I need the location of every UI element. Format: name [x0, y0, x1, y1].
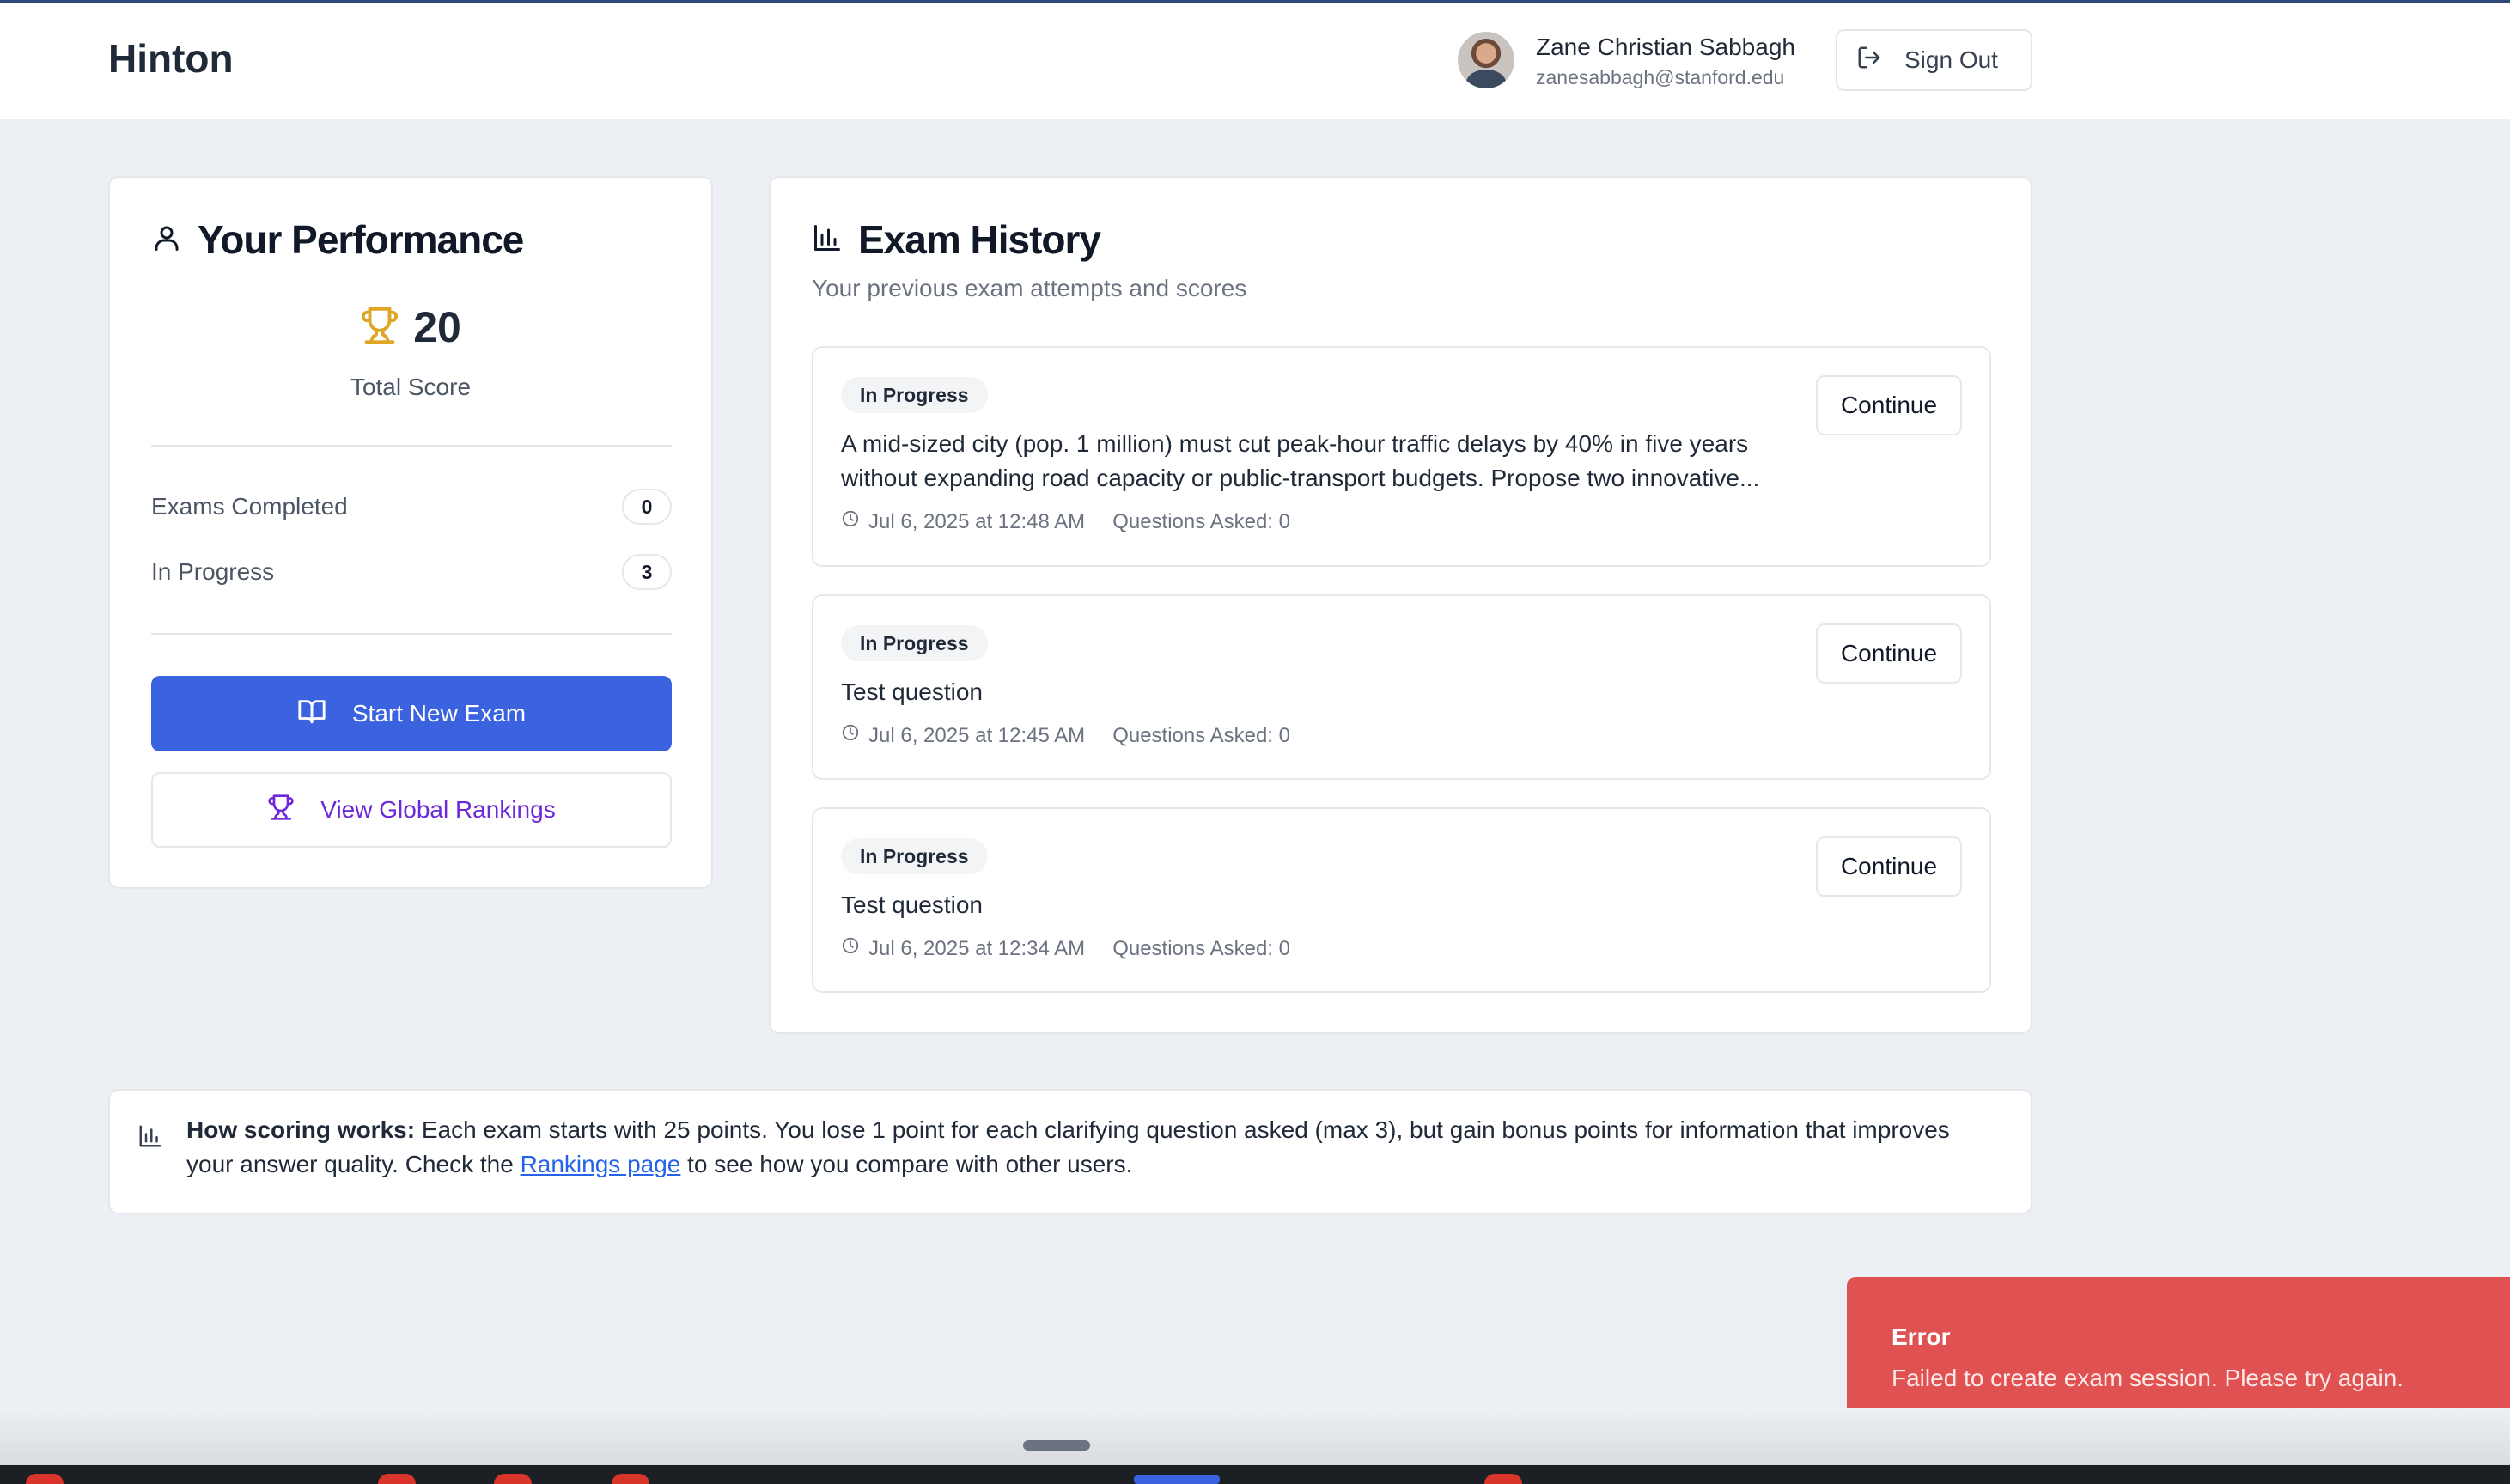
status-badge: In Progress [841, 838, 988, 874]
taskbar-app-icon[interactable] [26, 1474, 64, 1484]
divider [151, 445, 672, 447]
taskbar-app-icon[interactable] [378, 1474, 416, 1484]
sign-out-button[interactable]: Sign Out [1836, 29, 2032, 91]
taskbar-app-icon[interactable] [494, 1474, 532, 1484]
continue-button[interactable]: Continue [1816, 623, 1962, 684]
questions-asked: Questions Asked: 0 [1112, 509, 1290, 533]
book-icon [297, 696, 326, 732]
in-progress-badge: 3 [622, 554, 672, 590]
exam-date: Jul 6, 2025 at 12:45 AM [841, 723, 1085, 748]
brand-logo[interactable]: Hinton [108, 35, 234, 82]
exam-date-text: Jul 6, 2025 at 12:34 AM [868, 936, 1086, 960]
sign-out-icon [1856, 45, 1882, 76]
scroll-handle[interactable] [1023, 1440, 1090, 1451]
bar-chart-icon [812, 216, 843, 263]
user-icon [151, 216, 182, 263]
app-header: Hinton Zane Christian Sabbagh zanesabbag… [0, 3, 2510, 119]
exam-meta: Jul 6, 2025 at 12:34 AM Questions Asked:… [841, 936, 1290, 961]
exam-item[interactable]: In Progress A mid-sized city (pop. 1 mil… [812, 346, 1991, 567]
scoring-info-box: How scoring works: Each exam starts with… [108, 1089, 2032, 1214]
start-new-exam-label: Start New Exam [351, 700, 527, 727]
bar-chart-icon [137, 1123, 163, 1153]
exams-completed-badge: 0 [622, 489, 672, 525]
exam-date: Jul 6, 2025 at 12:34 AM [841, 936, 1085, 961]
view-global-rankings-button[interactable]: View Global Rankings [151, 772, 672, 848]
view-global-rankings-label: View Global Rankings [320, 796, 556, 823]
scoring-info-tail: to see how you compare with other users. [680, 1151, 1133, 1177]
taskbar-app-icon[interactable] [1484, 1474, 1522, 1484]
user-email: zanesabbagh@stanford.edu [1536, 66, 1785, 88]
clock-icon [841, 723, 860, 748]
start-new-exam-button[interactable]: Start New Exam [151, 676, 672, 751]
total-score-value: 20 [413, 303, 461, 351]
performance-card: Your Performance 20 Total Score Exams Co… [108, 176, 713, 889]
exams-completed-row: Exams Completed 0 [151, 489, 672, 525]
exams-completed-label: Exams Completed [151, 493, 348, 520]
total-score: 20 [110, 302, 711, 352]
exam-item[interactable]: In Progress Test question Jul 6, 2025 at… [812, 594, 1991, 780]
questions-asked: Questions Asked: 0 [1112, 936, 1290, 960]
exam-history-card: Exam History Your previous exam attempts… [769, 176, 2032, 1034]
exam-question: Test question [841, 891, 983, 918]
continue-button[interactable]: Continue [1816, 836, 1962, 897]
exam-question: A mid-sized city (pop. 1 million) must c… [841, 430, 1760, 491]
exam-history-title-text: Exam History [858, 217, 1101, 262]
taskbar-app-icon[interactable] [612, 1474, 649, 1484]
bottom-fade [0, 1408, 2510, 1465]
trophy-icon [360, 306, 399, 350]
exam-date-text: Jul 6, 2025 at 12:48 AM [868, 509, 1086, 533]
performance-title-text: Your Performance [198, 217, 524, 262]
exam-question: Test question [841, 678, 983, 705]
status-badge: In Progress [841, 377, 988, 413]
scoring-info-text: How scoring works: Each exam starts with… [186, 1113, 1999, 1182]
user-name: Zane Christian Sabbagh [1536, 33, 1795, 60]
continue-button[interactable]: Continue [1816, 375, 1962, 435]
exam-date: Jul 6, 2025 at 12:48 AM [841, 509, 1085, 534]
error-toast-message: Failed to create exam session. Please tr… [1892, 1365, 2404, 1391]
taskbar [0, 1465, 2510, 1484]
in-progress-row: In Progress 3 [151, 554, 672, 590]
sign-out-label: Sign Out [1904, 46, 1998, 73]
taskbar-active-indicator [1134, 1475, 1220, 1484]
exam-date-text: Jul 6, 2025 at 12:45 AM [868, 723, 1086, 747]
trophy-icon [267, 794, 295, 827]
exam-item[interactable]: In Progress Test question Jul 6, 2025 at… [812, 807, 1991, 993]
exam-history-subtitle: Your previous exam attempts and scores [812, 275, 1247, 301]
total-score-label: Total Score [350, 374, 472, 400]
divider [151, 633, 672, 635]
in-progress-label: In Progress [151, 558, 275, 585]
scoring-info-heading: How scoring works: [186, 1116, 416, 1143]
rankings-page-link[interactable]: Rankings page [521, 1151, 681, 1177]
performance-title: Your Performance [151, 216, 524, 263]
clock-icon [841, 936, 860, 961]
exam-meta: Jul 6, 2025 at 12:45 AM Questions Asked:… [841, 723, 1290, 748]
user-avatar [1458, 32, 1514, 88]
exam-meta: Jul 6, 2025 at 12:48 AM Questions Asked:… [841, 509, 1290, 534]
status-badge: In Progress [841, 625, 988, 661]
questions-asked: Questions Asked: 0 [1112, 723, 1290, 747]
error-toast-title: Error [1892, 1323, 1951, 1350]
clock-icon [841, 509, 860, 534]
exam-history-title: Exam History [812, 216, 1101, 263]
